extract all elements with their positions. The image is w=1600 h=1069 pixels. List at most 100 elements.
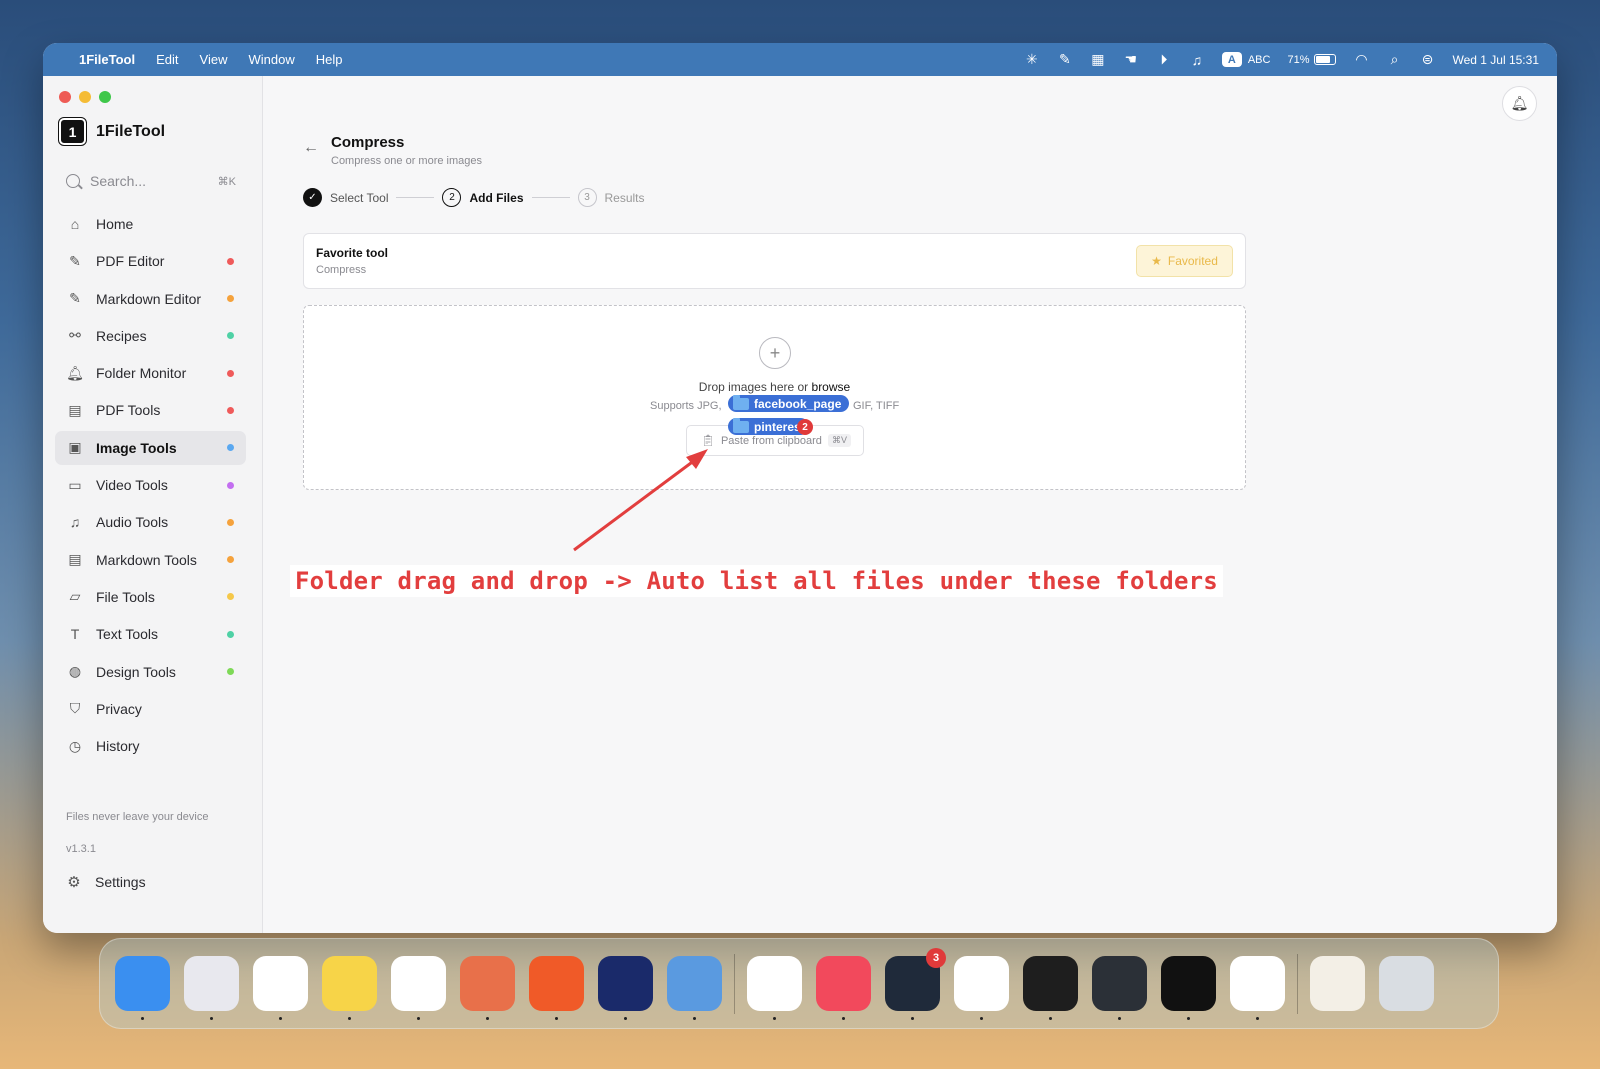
airpods-status-icon[interactable]: ♫ bbox=[1189, 52, 1205, 68]
status-dot bbox=[227, 332, 234, 340]
clock-icon: ◷ bbox=[68, 737, 82, 754]
control-center-icon[interactable]: ⊜ bbox=[1419, 51, 1435, 67]
search-icon bbox=[66, 174, 80, 188]
sidebar-item-label: Video Tools bbox=[96, 477, 168, 494]
menu-window[interactable]: Window bbox=[248, 52, 294, 67]
menu-edit[interactable]: Edit bbox=[156, 52, 178, 67]
sidebar-item-recipes[interactable]: ⚯ Recipes bbox=[55, 319, 246, 353]
running-indicator bbox=[842, 1017, 845, 1020]
step-check-icon: ✓ bbox=[303, 188, 322, 207]
sidebar-item-label: Settings bbox=[95, 874, 146, 890]
battery-status[interactable]: 71% bbox=[1287, 53, 1337, 66]
dock-app-music-icon[interactable] bbox=[816, 956, 871, 1020]
drag-count-badge: 2 bbox=[797, 419, 813, 435]
dock-app-activity-monitor-icon[interactable] bbox=[1023, 956, 1078, 1020]
plus-icon[interactable]: + bbox=[759, 337, 791, 369]
menu-help[interactable]: Help bbox=[316, 52, 343, 67]
search-placeholder: Search... bbox=[90, 173, 147, 189]
pdf-edit-icon: ✎ bbox=[69, 252, 81, 269]
dock-app-finder-icon[interactable] bbox=[115, 956, 170, 1020]
sidebar-item-markdown-editor[interactable]: ✎ Markdown Editor bbox=[55, 282, 246, 316]
recipes-icon: ⚯ bbox=[69, 327, 81, 344]
dock-app-1filetool-icon[interactable] bbox=[1161, 956, 1216, 1020]
dock-app-claude-icon[interactable] bbox=[460, 956, 515, 1020]
sidebar-item-image-tools[interactable]: ▣ Image Tools bbox=[55, 430, 246, 465]
clipboard-icon: 📋︎ bbox=[701, 435, 715, 447]
sidebar-item-label: Audio Tools bbox=[96, 514, 169, 531]
step-number: 2 bbox=[442, 188, 462, 207]
dock-app-shell-icon[interactable]: 3 bbox=[885, 948, 946, 1020]
dock-app-chrome-icon[interactable] bbox=[391, 956, 446, 1020]
menu-app-name[interactable]: 1FileTool bbox=[79, 52, 135, 67]
dock-app-launchpad-icon[interactable] bbox=[184, 956, 239, 1020]
dock-app-preview-icon[interactable] bbox=[667, 956, 722, 1020]
gear-icon: ⚙ bbox=[67, 874, 81, 891]
home-icon: ⌂ bbox=[70, 216, 80, 232]
play-status-icon[interactable]: ⏵ bbox=[1156, 51, 1172, 67]
hand-status-icon[interactable]: ☚ bbox=[1123, 51, 1139, 67]
sidebar-item-design-tools[interactable]: ◍ Design Tools bbox=[55, 655, 246, 689]
sidebar-item-video-tools[interactable]: ▭ Video Tools bbox=[55, 468, 246, 502]
running-indicator bbox=[555, 1017, 558, 1020]
text-icon: T bbox=[70, 626, 80, 643]
minimize-window-button[interactable] bbox=[79, 91, 91, 103]
dock-app-brave-icon[interactable] bbox=[529, 956, 584, 1020]
back-arrow-icon[interactable]: ← bbox=[303, 139, 319, 157]
spotlight-icon[interactable]: ⌕ bbox=[1386, 51, 1402, 67]
dock-app-notes-icon[interactable] bbox=[322, 956, 377, 1020]
sidebar-item-label: PDF Editor bbox=[96, 253, 165, 270]
favorited-button[interactable]: ★ Favorited bbox=[1136, 245, 1233, 277]
sidebar-item-folder-monitor[interactable]: 🔔︎ Folder Monitor bbox=[55, 356, 246, 390]
wifi-icon[interactable]: ◠ bbox=[1353, 51, 1369, 67]
sparkle-status-icon[interactable]: ✳ bbox=[1024, 51, 1040, 67]
browse-link[interactable]: browse bbox=[812, 380, 851, 394]
layout-status-icon[interactable]: ▦ bbox=[1090, 51, 1106, 67]
dock: 3 bbox=[99, 938, 1499, 1029]
dock-app-terminal-icon[interactable] bbox=[598, 956, 653, 1020]
sidebar-item-history[interactable]: ◷ History bbox=[55, 729, 246, 763]
zoom-window-button[interactable] bbox=[99, 91, 111, 103]
page-title: Compress bbox=[331, 134, 405, 151]
sidebar-item-privacy[interactable]: ⛉ Privacy bbox=[55, 692, 246, 726]
dock-app-chatgpt-icon[interactable] bbox=[253, 956, 308, 1020]
battery-percent: 71% bbox=[1287, 53, 1310, 66]
dock-app-chrome-2-icon[interactable] bbox=[954, 956, 1009, 1020]
sidebar-item-settings[interactable]: ⚙ Settings bbox=[66, 874, 146, 891]
sidebar-item-label: Design Tools bbox=[96, 663, 176, 680]
input-source-label: ABC bbox=[1247, 53, 1271, 66]
running-indicator bbox=[486, 1017, 489, 1020]
menu-view[interactable]: View bbox=[200, 52, 228, 67]
dock-app-document-icon[interactable] bbox=[1310, 956, 1365, 1011]
star-icon: ★ bbox=[1151, 254, 1162, 268]
notifications-button[interactable]: 🔔︎ bbox=[1502, 86, 1537, 121]
document-icon: ▤ bbox=[68, 401, 82, 418]
search-shortcut: ⌘K bbox=[217, 175, 236, 188]
dock-app-chrome-3-icon[interactable] bbox=[1230, 956, 1285, 1020]
sidebar-item-text-tools[interactable]: T Text Tools bbox=[55, 617, 246, 651]
dock-app-electron-icon[interactable] bbox=[1092, 956, 1147, 1020]
folder-icon bbox=[733, 417, 749, 433]
sidebar-item-audio-tools[interactable]: ♫ Audio Tools bbox=[55, 505, 246, 539]
input-source[interactable]: A ABC bbox=[1221, 52, 1271, 67]
sidebar-item-pdf-editor[interactable]: ✎ PDF Editor bbox=[55, 244, 246, 278]
battery-icon bbox=[1314, 54, 1337, 65]
search-input[interactable]: Search... ⌘K bbox=[66, 173, 236, 189]
step-label: Add Files bbox=[469, 190, 524, 205]
markdown-edit-icon: ✎ bbox=[69, 290, 81, 307]
drop-zone[interactable]: + Drop images here or browse Supports JP… bbox=[303, 305, 1246, 490]
music-icon: ♫ bbox=[69, 514, 81, 531]
pen-status-icon[interactable]: ✎ bbox=[1057, 51, 1073, 67]
sidebar-item-file-tools[interactable]: ▱ File Tools bbox=[55, 580, 246, 614]
running-indicator bbox=[1049, 1017, 1052, 1020]
sidebar-item-home[interactable]: ⌂ Home bbox=[55, 207, 246, 241]
close-window-button[interactable] bbox=[59, 91, 71, 103]
sidebar-item-label: File Tools bbox=[96, 588, 155, 605]
sidebar-item-pdf-tools[interactable]: ▤ PDF Tools bbox=[55, 393, 246, 427]
step-select-tool[interactable]: ✓ Select Tool bbox=[303, 188, 388, 207]
sidebar-item-markdown-tools[interactable]: ▤ Markdown Tools bbox=[55, 543, 246, 577]
dock-app-trash-icon[interactable] bbox=[1379, 956, 1434, 1011]
status-dot bbox=[227, 406, 234, 414]
app-logo-icon: 1 bbox=[58, 117, 87, 146]
menu-clock[interactable]: Wed 1 Jul 15:31 bbox=[1452, 53, 1539, 67]
dock-app-notebook-icon[interactable] bbox=[747, 956, 802, 1020]
